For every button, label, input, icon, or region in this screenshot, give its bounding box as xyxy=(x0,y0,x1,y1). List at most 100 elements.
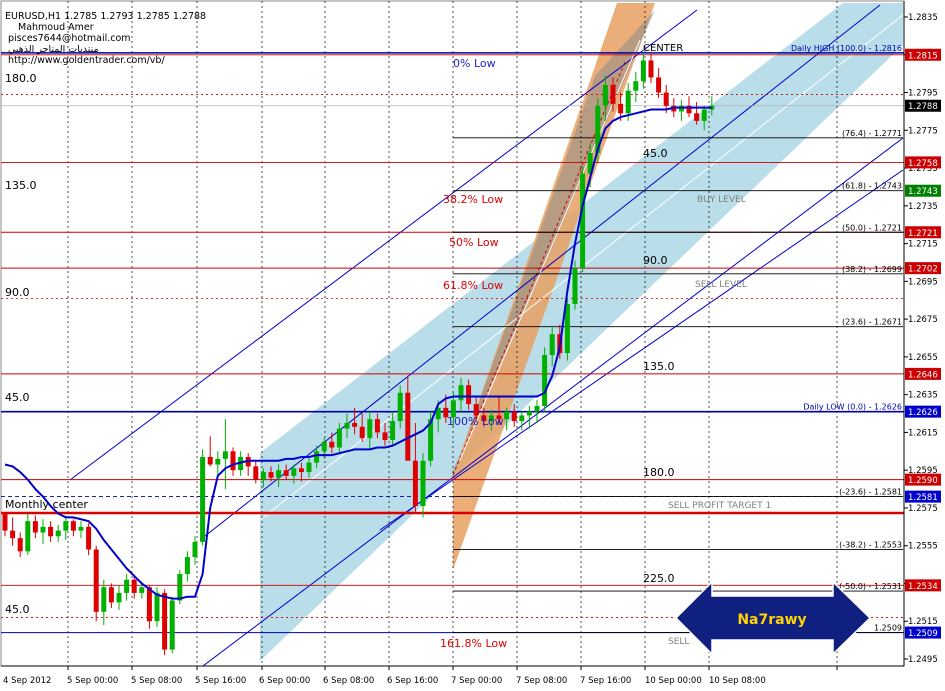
y-tick-label: 1.2495 xyxy=(908,655,938,665)
left-label-180: 180.0 xyxy=(5,72,37,85)
candle-body xyxy=(222,451,228,459)
candle-body xyxy=(458,385,464,401)
price-tag-text: 1.2581 xyxy=(908,493,938,503)
price-tag-text: 1.2758 xyxy=(908,159,938,169)
candle-body xyxy=(580,173,586,269)
header-symbol: EURUSD,H1 1.2785 1.2793 1.2785 1.2788 xyxy=(5,11,206,22)
candle-body xyxy=(504,411,510,420)
candle-body xyxy=(169,600,175,650)
candle-body xyxy=(230,451,236,471)
price-tag-text: 1.2509 xyxy=(908,629,938,639)
candle-body xyxy=(694,113,700,121)
y-tick-label: 1.2795 xyxy=(908,89,938,99)
candle-body xyxy=(610,84,616,104)
y-tick-label: 1.2515 xyxy=(908,617,938,627)
price-tag-text: 1.2721 xyxy=(908,229,938,239)
x-tick-label: 4 Sep 2012 xyxy=(3,676,51,686)
candle-body xyxy=(625,90,631,114)
pct-label-1618: 161.8% Low xyxy=(440,637,507,650)
candle-body xyxy=(184,557,190,575)
candle-body xyxy=(291,468,297,476)
candle-body xyxy=(701,109,707,121)
candle-body xyxy=(314,451,320,463)
fib-label: Daily HIGH (100.0) - 1.2816 xyxy=(791,44,902,53)
monthly-center-label: Monthly center xyxy=(5,498,88,511)
candle-body xyxy=(131,579,137,593)
fib-label: 1.2509 xyxy=(874,624,902,633)
x-tick-label: 5 Sep 00:00 xyxy=(67,676,118,686)
arrow-label: Na7rawy xyxy=(737,612,806,628)
candle-body xyxy=(276,470,282,478)
candle-body xyxy=(572,268,578,305)
gann-label-225: 225.0 xyxy=(643,572,675,585)
header-arabic: منتديات المتاجر الذهبي xyxy=(8,44,99,55)
candle-body xyxy=(116,592,122,603)
fib-label: (61.8) - 1.2743 xyxy=(842,182,902,191)
y-tick-label: 1.2615 xyxy=(908,428,938,438)
gann-label-90: 90.0 xyxy=(643,254,668,267)
price-chart: Daily HIGH (100.0) - 1.2816 (76.4) - 1.27… xyxy=(0,0,941,686)
candle-body xyxy=(93,549,99,612)
candle-body xyxy=(10,530,16,539)
candle-body xyxy=(177,574,183,601)
candle-body xyxy=(336,428,342,448)
y-tick-label: 1.2675 xyxy=(908,315,938,325)
candle-body xyxy=(32,521,38,533)
candle-body xyxy=(412,460,418,507)
gann-label-45: 45.0 xyxy=(643,147,668,160)
y-tick-label: 1.2715 xyxy=(908,240,938,250)
x-tick-label: 6 Sep 16:00 xyxy=(387,676,438,686)
candle-body xyxy=(268,472,274,478)
candle-body xyxy=(390,421,396,440)
candle-body xyxy=(70,521,76,531)
fib-label: (-23.6) - 1.2581 xyxy=(839,488,902,497)
candle-body xyxy=(602,84,608,106)
candle-body xyxy=(352,422,358,427)
candle-body xyxy=(633,81,639,91)
candle-body xyxy=(618,103,624,114)
fib-label: (50.0) - 1.2721 xyxy=(842,223,902,232)
pct-label-618: 61.8% Low xyxy=(443,279,503,292)
candle-body xyxy=(17,538,23,552)
pct-label-100: 100% Low xyxy=(447,415,504,428)
x-tick-label: 10 Sep 08:00 xyxy=(709,676,766,686)
fib-label: (-50.0) - 1.2531 xyxy=(839,582,902,591)
x-tick-label: 6 Sep 08:00 xyxy=(323,676,374,686)
y-tick-label: 1.2735 xyxy=(908,202,938,212)
candle-body xyxy=(382,432,388,440)
price-tag-text: 1.2646 xyxy=(908,370,938,380)
y-tick-label: 1.2635 xyxy=(908,391,938,401)
candle-body xyxy=(466,385,472,405)
fib-label: (-38.2) - 1.2553 xyxy=(839,540,902,549)
candle-body xyxy=(253,466,259,480)
candle-body xyxy=(306,462,312,473)
candle-body xyxy=(207,456,213,465)
price-tag-text: 1.2534 xyxy=(908,582,938,592)
candle-body xyxy=(283,470,289,476)
candle-body xyxy=(344,422,350,429)
candle-body xyxy=(374,419,380,433)
candle-body xyxy=(162,592,168,650)
candle-body xyxy=(124,579,130,593)
x-tick-label: 7 Sep 08:00 xyxy=(516,676,567,686)
sell-partial-label: SELL xyxy=(668,637,689,647)
price-tag-text: 1.2788 xyxy=(908,102,938,112)
left-label-90: 90.0 xyxy=(5,286,30,299)
candle-body xyxy=(473,404,479,416)
left-label-135: 135.0 xyxy=(5,179,37,192)
candle-body xyxy=(215,458,221,465)
price-tag-text: 1.2743 xyxy=(908,187,938,197)
fib-label: Daily LOW (0.0) - 1.2626 xyxy=(803,403,902,412)
center-label: CENTER xyxy=(643,43,683,54)
candle-body xyxy=(420,460,426,507)
pct-label-0: 0% Low xyxy=(453,57,496,70)
candle-body xyxy=(139,587,145,593)
buy-level-label: BUY LEVEL xyxy=(697,195,746,205)
gann-label-180: 180.0 xyxy=(643,466,675,479)
x-tick-label: 5 Sep 08:00 xyxy=(131,676,182,686)
candle-body xyxy=(298,468,304,473)
candle-body xyxy=(640,60,646,82)
candle-body xyxy=(542,354,548,406)
candle-body xyxy=(154,592,160,622)
candle-body xyxy=(192,541,198,558)
